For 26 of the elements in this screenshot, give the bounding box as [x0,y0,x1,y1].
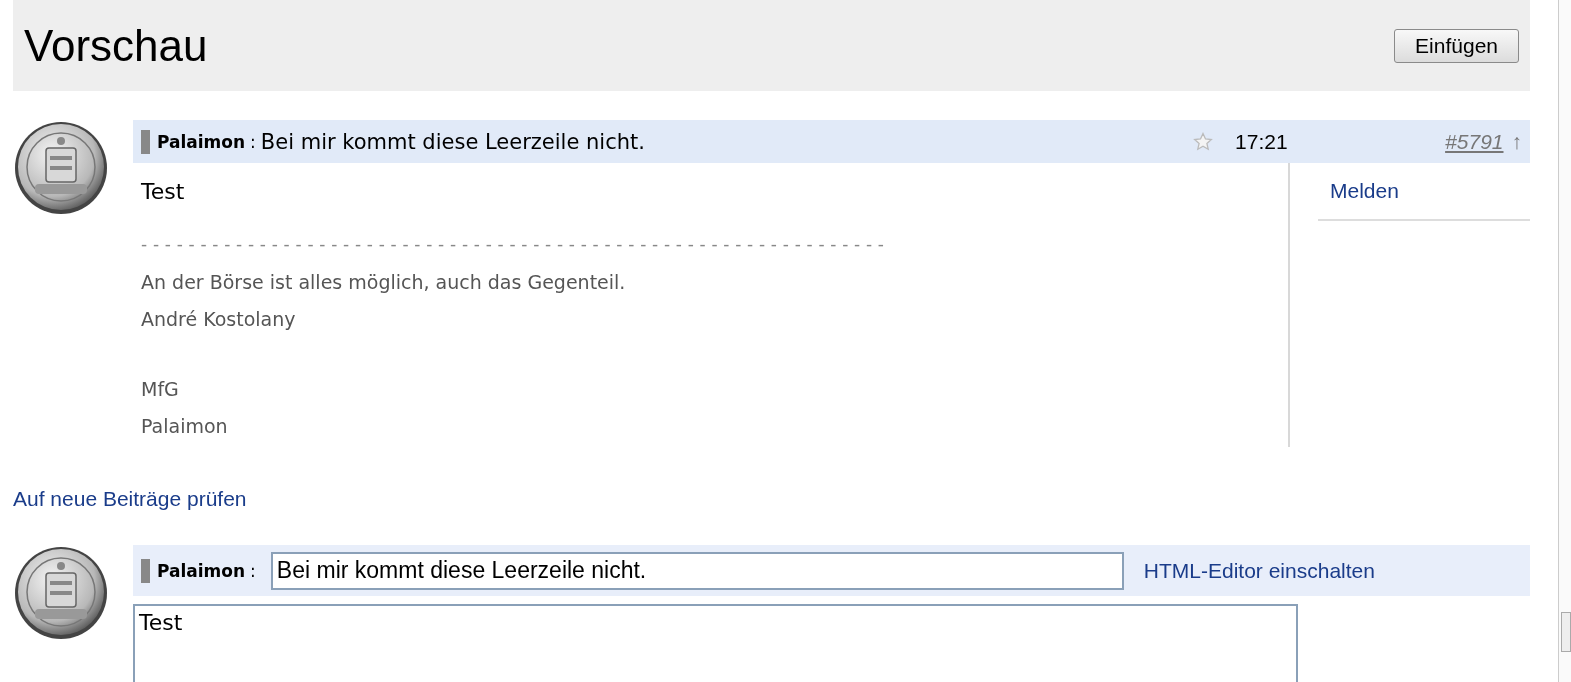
author-name: Palaimon [157,560,246,581]
signature-line: MfG [141,377,180,402]
message-field[interactable]: Test [133,604,1298,682]
check-posts-link[interactable]: Auf neue Beiträge prüfen [13,487,247,511]
scrollbar-thumb[interactable] [1561,612,1571,652]
post-body: Test [141,179,186,204]
html-editor-link[interactable]: HTML-Editor einschalten [1143,558,1375,583]
star-icon[interactable] [1193,131,1214,152]
scrollbar[interactable] [1558,0,1571,682]
author-name: Palaimon [157,131,246,152]
signature-rule: --------------------------------------------------------------- [141,234,891,254]
signature-line: Palaimon [141,414,229,439]
signature-line: André Kostolany [141,307,297,332]
marker-icon [141,129,150,154]
post-number-link[interactable]: #5791 [1445,129,1504,154]
separator: : [250,131,256,152]
signature-line: An der Börse ist alles möglich, auch das Gegenteil. [141,270,627,295]
up-arrow[interactable]: ↑ [1511,129,1522,154]
subject-field[interactable]: Bei mir kommt diese Leerzeile nicht. [270,551,1124,590]
post-subject: Bei mir kommt diese Leerzeile nicht. [260,129,646,154]
report-link[interactable]: Melden [1318,179,1530,221]
separator: : [250,560,256,581]
page-title: Vorschau [24,20,208,71]
post-time: 17:21 [1235,129,1289,154]
insert-button[interactable]: Einfügen [1394,28,1519,63]
marker-icon [141,558,150,583]
